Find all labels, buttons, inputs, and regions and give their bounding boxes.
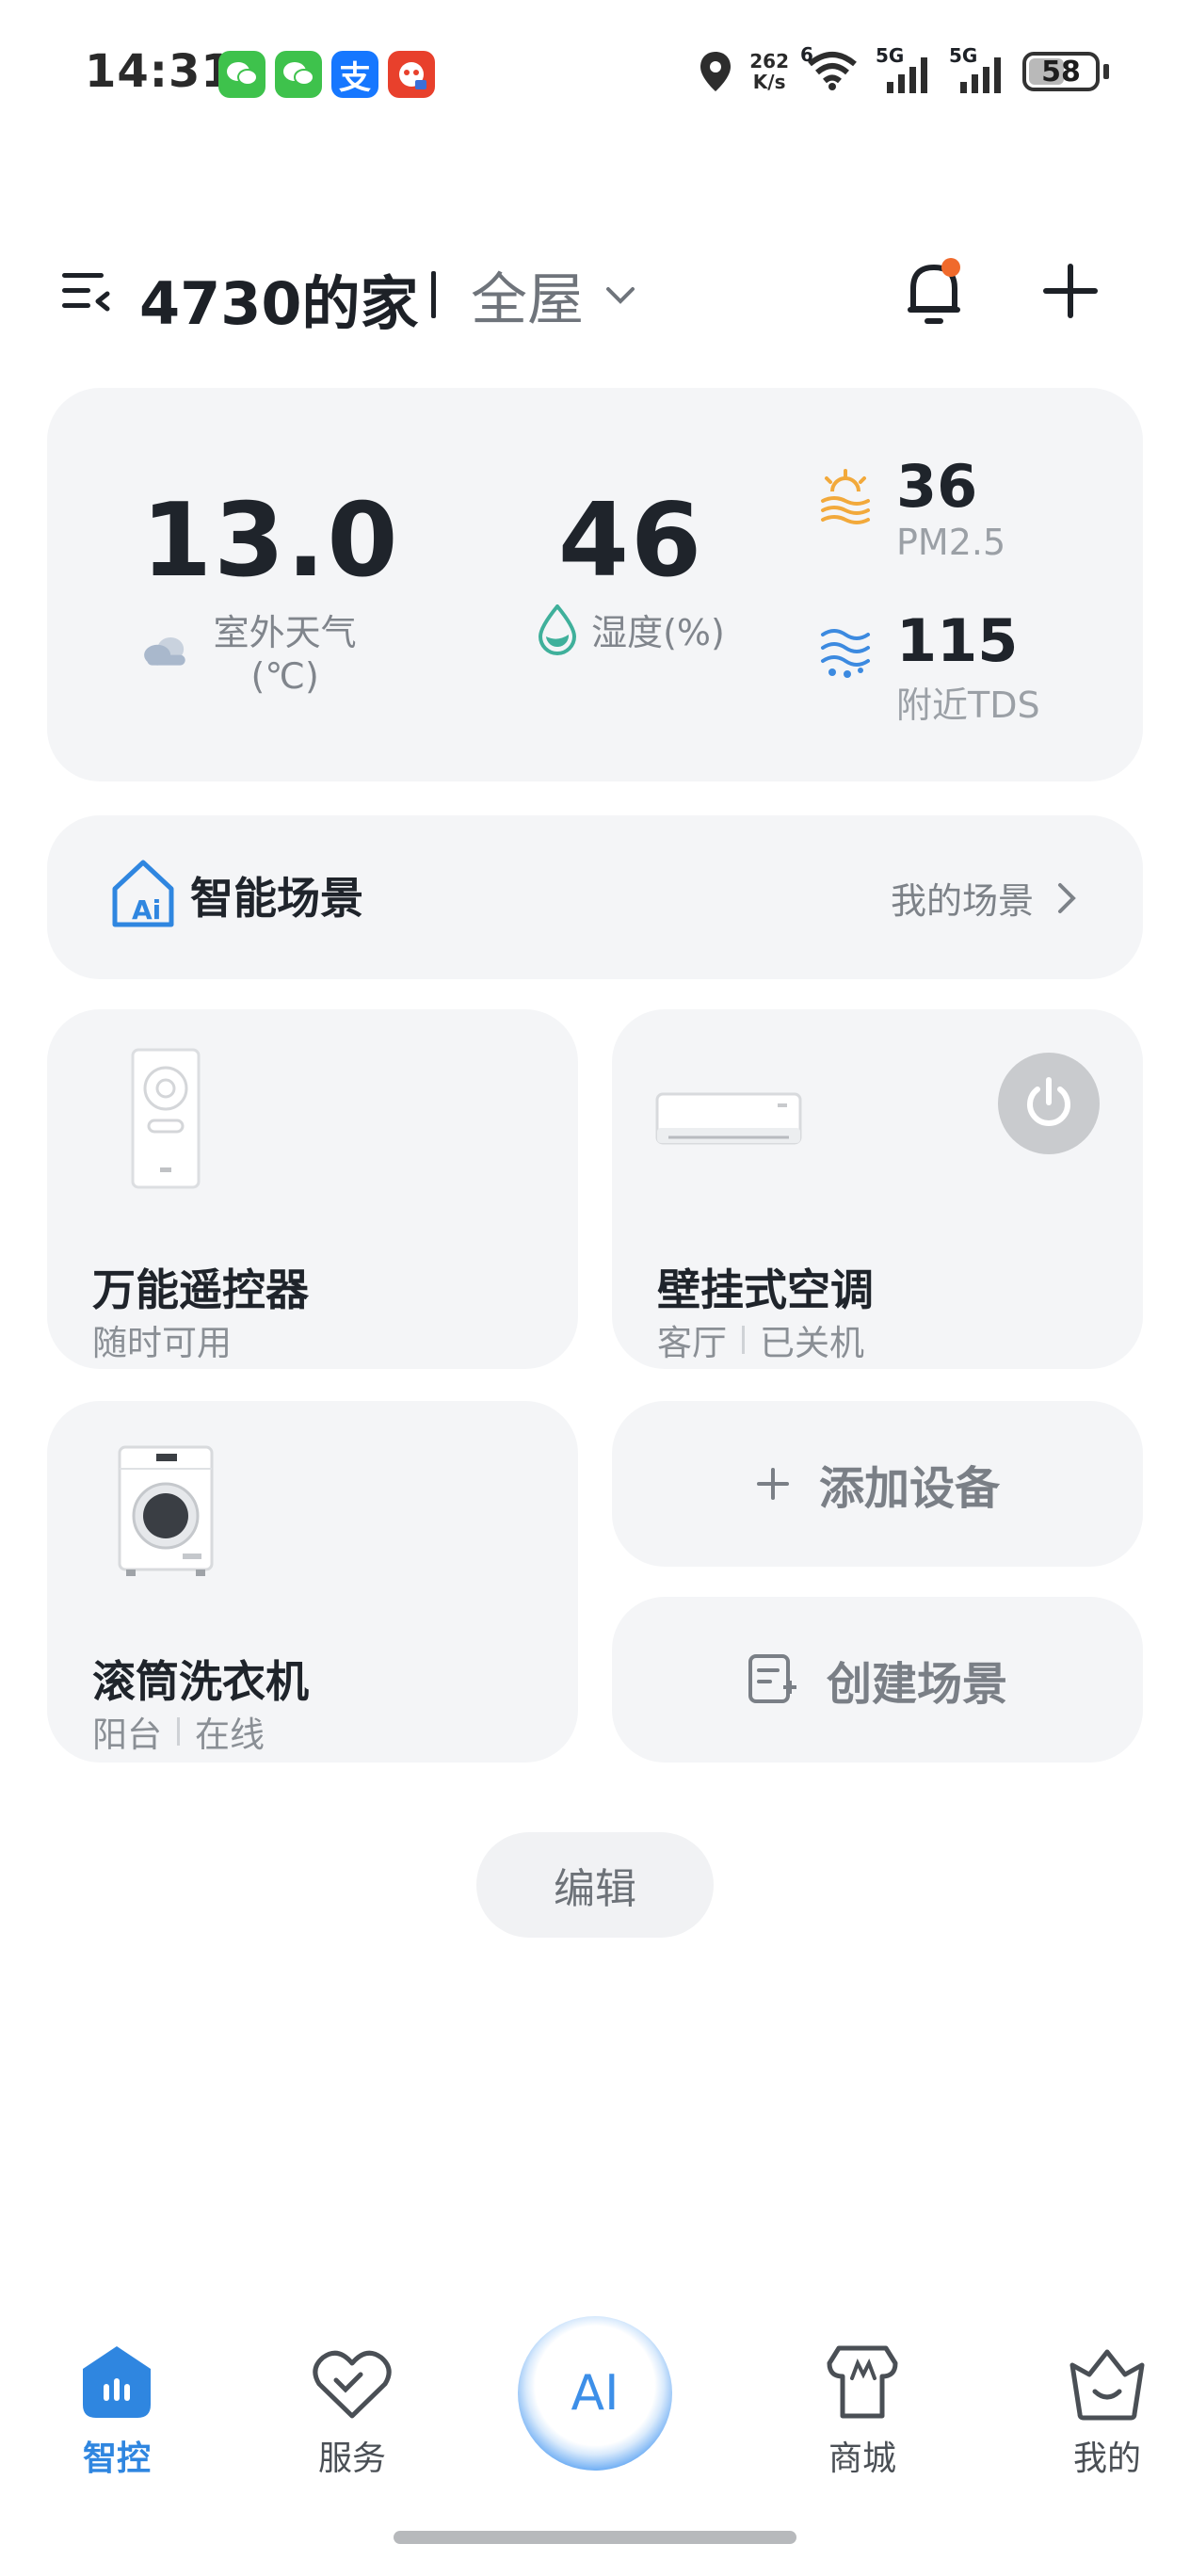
humidity: 46 湿度(%) — [518, 482, 744, 655]
separator — [177, 1717, 180, 1746]
humidity-label: 湿度(%) — [591, 612, 725, 653]
smart-scene-title: 智能场景 — [190, 873, 363, 924]
nav-item-service[interactable]: 服务 — [267, 2335, 437, 2480]
location-icon — [700, 52, 732, 91]
system-indicators: 262 K/s 6 5G 5G 58 — [699, 43, 1109, 94]
nav-label: 我的 — [1072, 2439, 1141, 2478]
add-device-label: 添加设备 — [818, 1462, 1000, 1515]
create-scene-label: 创建场景 — [826, 1658, 1007, 1711]
separator — [742, 1326, 745, 1354]
device-name: 万能遥控器 — [92, 1264, 309, 1315]
wechat-icon — [275, 51, 322, 98]
sun-haze-icon — [821, 469, 870, 524]
edit-button[interactable]: 编辑 — [476, 1832, 714, 1938]
device-status: 随时可用 — [92, 1314, 232, 1365]
network-speed: 262 K/s — [749, 50, 789, 93]
pm25-value: 36 — [896, 452, 978, 521]
create-scene-button[interactable]: 创建场景 — [612, 1597, 1143, 1763]
signal-icon: 5G — [876, 44, 932, 93]
nav-label: 服务 — [317, 2439, 386, 2478]
status-time: 14:31 — [85, 45, 233, 98]
pm25: 36 PM2.5 — [819, 456, 1005, 563]
device-name: 滚筒洗衣机 — [92, 1656, 309, 1707]
wifi-icon: 6 — [800, 43, 859, 94]
add-device-button[interactable]: 添加设备 — [612, 1401, 1143, 1567]
outdoor-temp-label: 室外天气(℃) — [213, 612, 357, 697]
air-conditioner-image — [655, 1092, 802, 1145]
add-icon[interactable] — [1041, 262, 1100, 320]
profile-icon — [1069, 2349, 1145, 2421]
power-icon — [1027, 1077, 1070, 1126]
ai-home-icon: Ai — [112, 860, 174, 927]
device-status-text: 已关机 — [760, 1323, 864, 1363]
power-button[interactable] — [998, 1053, 1100, 1154]
water-wave-icon — [821, 629, 870, 678]
nav-item-mall[interactable]: 商城 — [778, 2335, 947, 2480]
menu-icon[interactable] — [58, 266, 111, 318]
device-tile-washer[interactable]: 滚筒洗衣机 阳台 在线 — [47, 1401, 578, 1763]
outdoor-temperature: 13.0 室外天气(℃) — [141, 482, 400, 697]
tds-label: 附近TDS — [896, 684, 1040, 726]
battery-level: 58 — [1041, 55, 1081, 89]
device-room: 阳台 — [92, 1715, 162, 1755]
app-icon — [388, 51, 435, 98]
nav-label: 商城 — [828, 2439, 896, 2478]
notification-icons: 支 — [218, 51, 435, 98]
cloud-icon — [144, 636, 185, 666]
tds: 115 附近TDS — [819, 610, 1040, 728]
heart-icon — [313, 2350, 392, 2419]
bottom-navigation: 智控 服务 AI 商城 我的 — [0, 2297, 1190, 2504]
smart-scene-card[interactable]: Ai 智能场景 我的场景 — [47, 815, 1143, 979]
battery-indicator: 58 — [1022, 52, 1100, 91]
ai-assistant-button[interactable]: AI — [518, 2316, 672, 2471]
water-drop-icon — [539, 604, 577, 655]
edit-label: 编辑 — [554, 1865, 636, 1913]
ai-home-icon-text: Ai — [132, 894, 161, 926]
plus-icon — [756, 1468, 789, 1500]
store-icon — [827, 2345, 898, 2419]
remote-control-image — [131, 1048, 201, 1189]
smart-control-icon — [83, 2346, 151, 2418]
nav-item-profile[interactable]: 我的 — [1022, 2335, 1190, 2480]
ai-label: AI — [571, 2365, 619, 2422]
device-status-text: 在线 — [195, 1715, 265, 1755]
my-scenes-link[interactable]: 我的场景 — [891, 872, 1077, 924]
status-bar: 14:31 支 262 K/s 6 5G 5G 58 — [0, 0, 1190, 151]
home-name[interactable]: 4730的家 — [139, 256, 419, 341]
environment-card[interactable]: 13.0 室外天气(℃) 46 湿度(%) 36 PM2.5 115 附近TDS — [47, 388, 1143, 781]
pm25-label: PM2.5 — [896, 522, 1006, 563]
device-tile-remote[interactable]: 万能遥控器 随时可用 — [47, 1009, 578, 1369]
alipay-icon: 支 — [331, 51, 378, 98]
device-tile-air-conditioner[interactable]: 壁挂式空调 客厅 已关机 — [612, 1009, 1143, 1369]
wechat-icon — [218, 51, 265, 98]
chevron-down-icon — [606, 286, 635, 304]
device-status: 客厅 已关机 — [657, 1314, 864, 1365]
signal-icon: 5G — [949, 44, 1005, 93]
outdoor-temp-value: 13.0 — [141, 482, 400, 600]
nav-label: 智控 — [82, 2439, 151, 2478]
header-divider — [431, 271, 436, 318]
my-scenes-label: 我的场景 — [890, 880, 1034, 922]
bell-icon[interactable] — [904, 256, 964, 328]
room-label: 全屋 — [471, 267, 584, 333]
chevron-right-icon — [1058, 882, 1076, 913]
home-header: 4730的家 全屋 — [0, 235, 1190, 348]
create-scene-icon — [748, 1654, 796, 1703]
device-name: 壁挂式空调 — [657, 1264, 874, 1315]
battery-nub — [1103, 64, 1109, 79]
device-status-text: 随时可用 — [92, 1323, 232, 1363]
tds-value: 115 — [896, 606, 1019, 675]
device-room: 客厅 — [657, 1323, 727, 1363]
washing-machine-image — [118, 1445, 214, 1576]
device-status: 阳台 在线 — [92, 1706, 265, 1757]
room-selector[interactable]: 全屋 — [471, 254, 636, 336]
humidity-value: 46 — [557, 482, 704, 600]
nav-item-smart-control[interactable]: 智控 — [32, 2335, 201, 2480]
home-indicator[interactable] — [394, 2531, 796, 2544]
